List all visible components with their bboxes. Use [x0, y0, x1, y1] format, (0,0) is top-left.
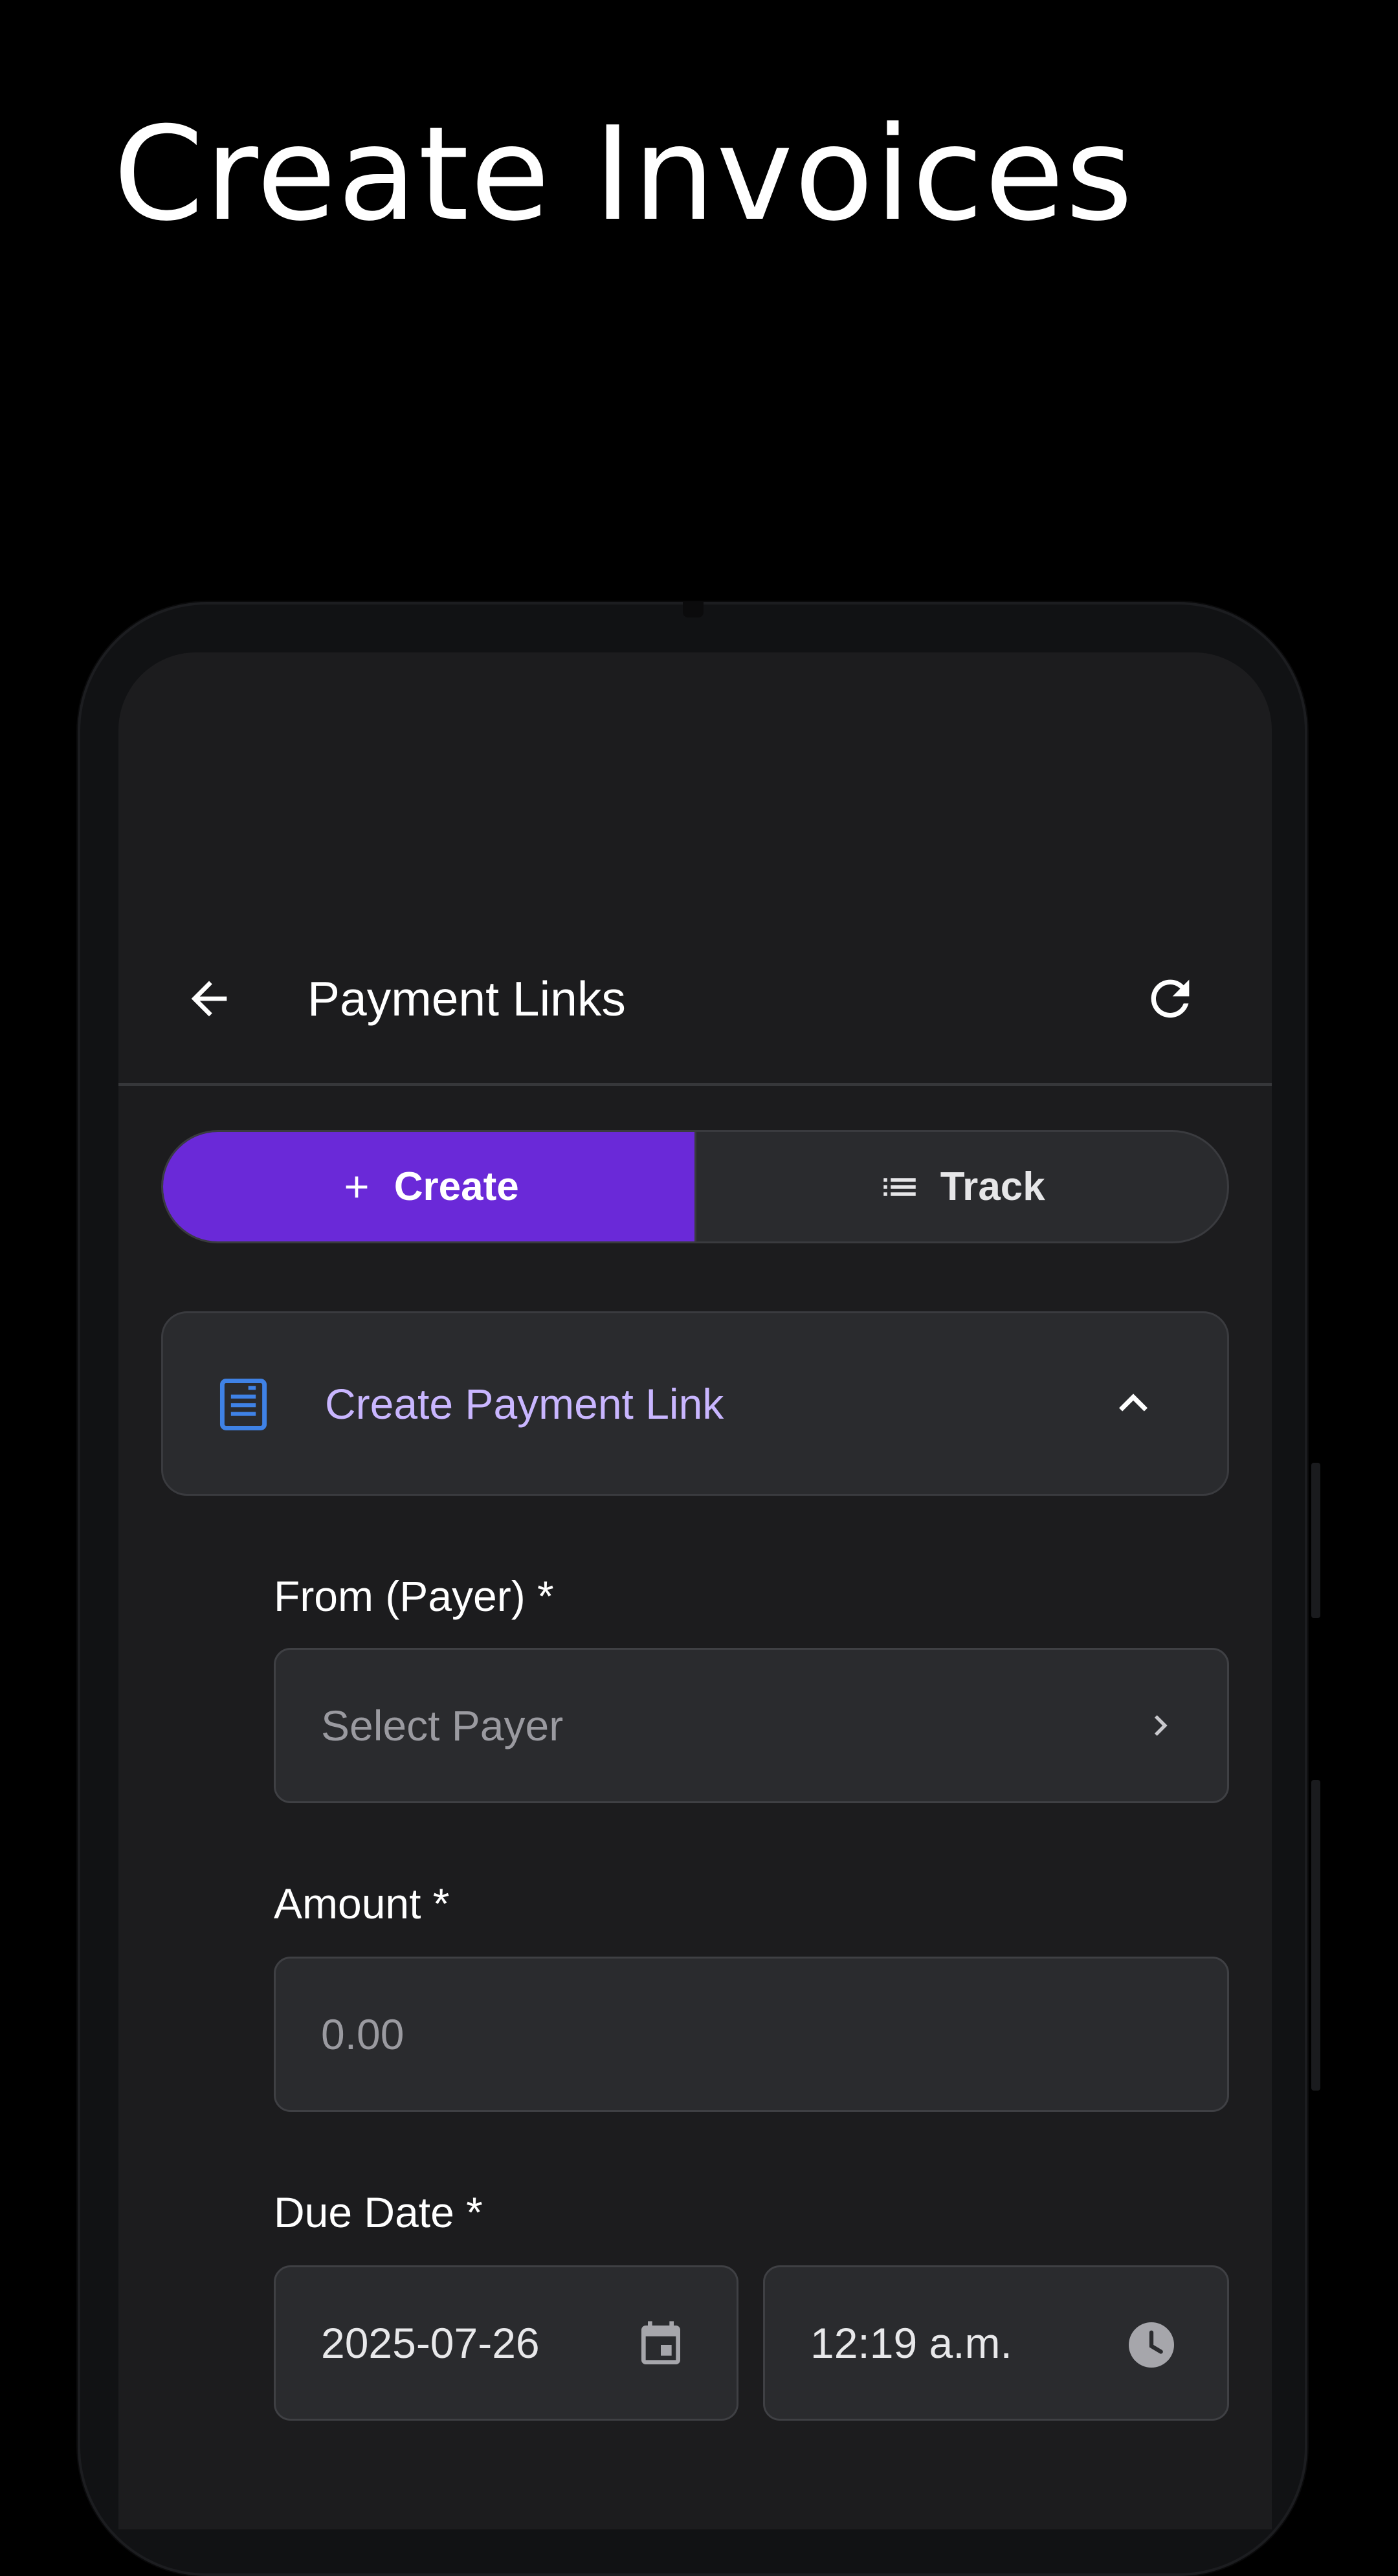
app-screen: Payment Links Create Track Create Paymen… [118, 652, 1272, 2529]
due-time-input[interactable]: 12:19 a.m. [763, 2265, 1229, 2421]
due-time-value: 12:19 a.m. [810, 2319, 1012, 2367]
tab-track-label: Track [940, 1164, 1045, 1209]
payer-select[interactable]: Select Payer [274, 1648, 1229, 1803]
section-title: Create Payment Link [325, 1380, 724, 1428]
back-button[interactable] [164, 953, 254, 1044]
calendar-icon[interactable] [635, 2319, 687, 2371]
segmented-tabs: Create Track [161, 1130, 1229, 1243]
list-icon [883, 1177, 916, 1196]
chevron-right-icon [1154, 1715, 1168, 1736]
tab-create-label: Create [394, 1164, 519, 1209]
arrow-left-icon [191, 981, 227, 1017]
tab-track[interactable]: Track [696, 1132, 1228, 1241]
appbar-divider [118, 1083, 1272, 1086]
amount-input[interactable]: 0.00 [274, 1957, 1229, 2112]
due-date-label: Due Date * [274, 2188, 483, 2236]
refresh-button[interactable] [1125, 953, 1215, 1044]
phone-speaker [683, 602, 704, 617]
refresh-icon [1151, 979, 1190, 1018]
phone-side-button [1311, 1463, 1320, 1618]
document-icon [219, 1379, 267, 1430]
clock-icon[interactable] [1124, 2318, 1179, 2372]
due-date-input[interactable]: 2025-07-26 [274, 2265, 738, 2421]
create-payment-link-section[interactable]: Create Payment Link [161, 1311, 1229, 1496]
headline: Create Invoices [113, 99, 1135, 250]
chevron-up-icon[interactable] [1105, 1375, 1162, 1432]
plus-icon [346, 1176, 368, 1197]
payer-label: From (Payer) * [274, 1572, 554, 1620]
amount-label: Amount * [274, 1880, 450, 1927]
due-date-value: 2025-07-26 [321, 2319, 540, 2367]
amount-placeholder: 0.00 [321, 2010, 405, 2058]
page-title: Payment Links [307, 972, 626, 1026]
tab-create[interactable]: Create [163, 1132, 696, 1241]
payer-placeholder: Select Payer [321, 1702, 564, 1749]
phone-side-button [1311, 1780, 1320, 2091]
